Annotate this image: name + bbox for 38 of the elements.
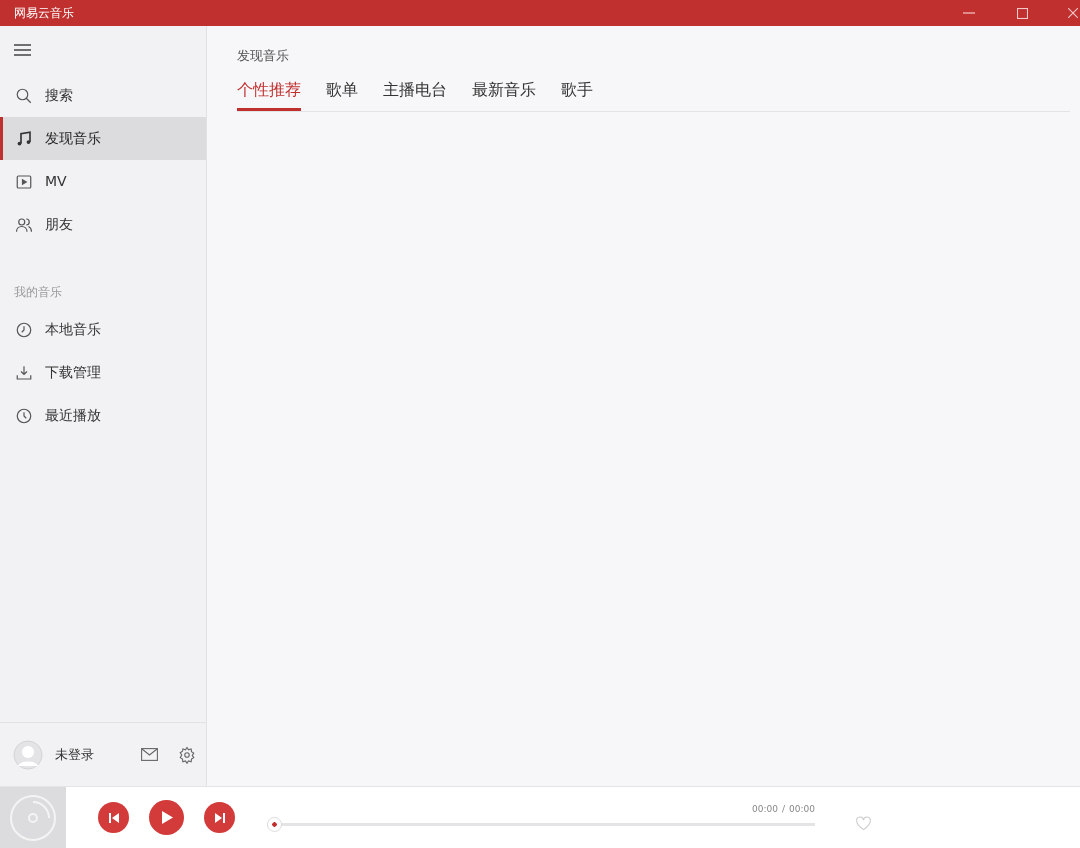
previous-icon: [108, 812, 119, 823]
maximize-icon[interactable]: [1017, 7, 1028, 19]
play-button[interactable]: [149, 800, 184, 835]
play-icon: [160, 811, 173, 824]
tab[interactable]: 歌单: [326, 77, 358, 111]
tab[interactable]: 主播电台: [383, 77, 447, 111]
progress-thumb[interactable]: [267, 816, 282, 832]
sidebar-item[interactable]: 本地音乐: [0, 308, 206, 351]
page-heading: 发现音乐: [237, 47, 290, 65]
people-icon: [15, 215, 33, 234]
previous-button[interactable]: [98, 802, 129, 833]
sidebar-item[interactable]: 朋友: [0, 203, 206, 246]
sidebar-item[interactable]: 下载管理: [0, 351, 206, 394]
next-button[interactable]: [204, 802, 235, 833]
download-icon: [15, 363, 33, 382]
next-icon: [214, 812, 225, 823]
sidebar-item[interactable]: 搜索: [0, 74, 206, 117]
sidebar-item[interactable]: 最近播放: [0, 394, 206, 437]
user-name[interactable]: 未登录: [55, 744, 141, 765]
total-time: 00:00: [789, 803, 815, 817]
search-icon: [15, 86, 33, 105]
section-title: 我的音乐: [13, 284, 63, 301]
music-note-icon: [15, 129, 33, 148]
menu-icon[interactable]: [14, 44, 31, 56]
clock-icon: [15, 406, 33, 425]
tab[interactable]: 个性推荐: [237, 77, 301, 111]
mail-icon[interactable]: [141, 748, 158, 761]
close-icon[interactable]: [1068, 8, 1078, 18]
video-play-icon: [15, 172, 33, 191]
elapsed-time: 00:00: [752, 803, 778, 817]
tab[interactable]: 最新音乐: [472, 77, 536, 111]
window-title: 网易云音乐: [13, 5, 75, 22]
time-separator: /: [782, 803, 786, 817]
sidebar-item[interactable]: MV: [0, 160, 206, 203]
settings-icon[interactable]: [178, 745, 196, 764]
sidebar-item[interactable]: 发现音乐: [0, 117, 206, 160]
progress-track[interactable]: [267, 816, 815, 832]
tab[interactable]: 歌手: [561, 77, 593, 111]
